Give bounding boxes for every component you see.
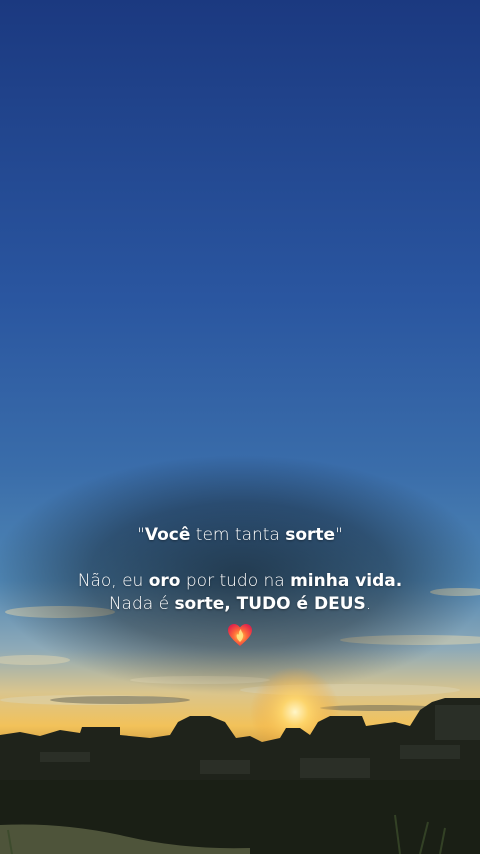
line1-bold-1: oro <box>148 571 181 591</box>
line1-text-2: por tudo na <box>180 571 291 591</box>
caption-line-1: Não, eu oro por tudo na minha vida. <box>0 571 480 591</box>
heart-on-fire-icon <box>228 624 252 646</box>
line1-text-1: Não, eu <box>77 571 149 591</box>
quote-bold-2: sorte <box>285 525 336 545</box>
caption-line-2: Nada é sorte, TUDO é DEUS. <box>0 594 480 614</box>
line2-bold-1: sorte, TUDO é DEUS <box>174 594 366 614</box>
quote-middle: tem tanta <box>190 525 286 545</box>
quote-open: " <box>137 525 145 545</box>
line1-bold-2: minha vida. <box>290 571 403 591</box>
line2-text-2: . <box>365 594 372 614</box>
quote-bold-1: Você <box>144 525 191 545</box>
quote-line: "Você tem tanta sorte" <box>0 525 480 545</box>
line2-text-1: Nada é <box>108 594 175 614</box>
quote-close: " <box>335 525 343 545</box>
photo-scene: "Você tem tanta sorte" Não, eu oro por t… <box>0 0 480 854</box>
sunset-sky-photo <box>0 0 480 854</box>
